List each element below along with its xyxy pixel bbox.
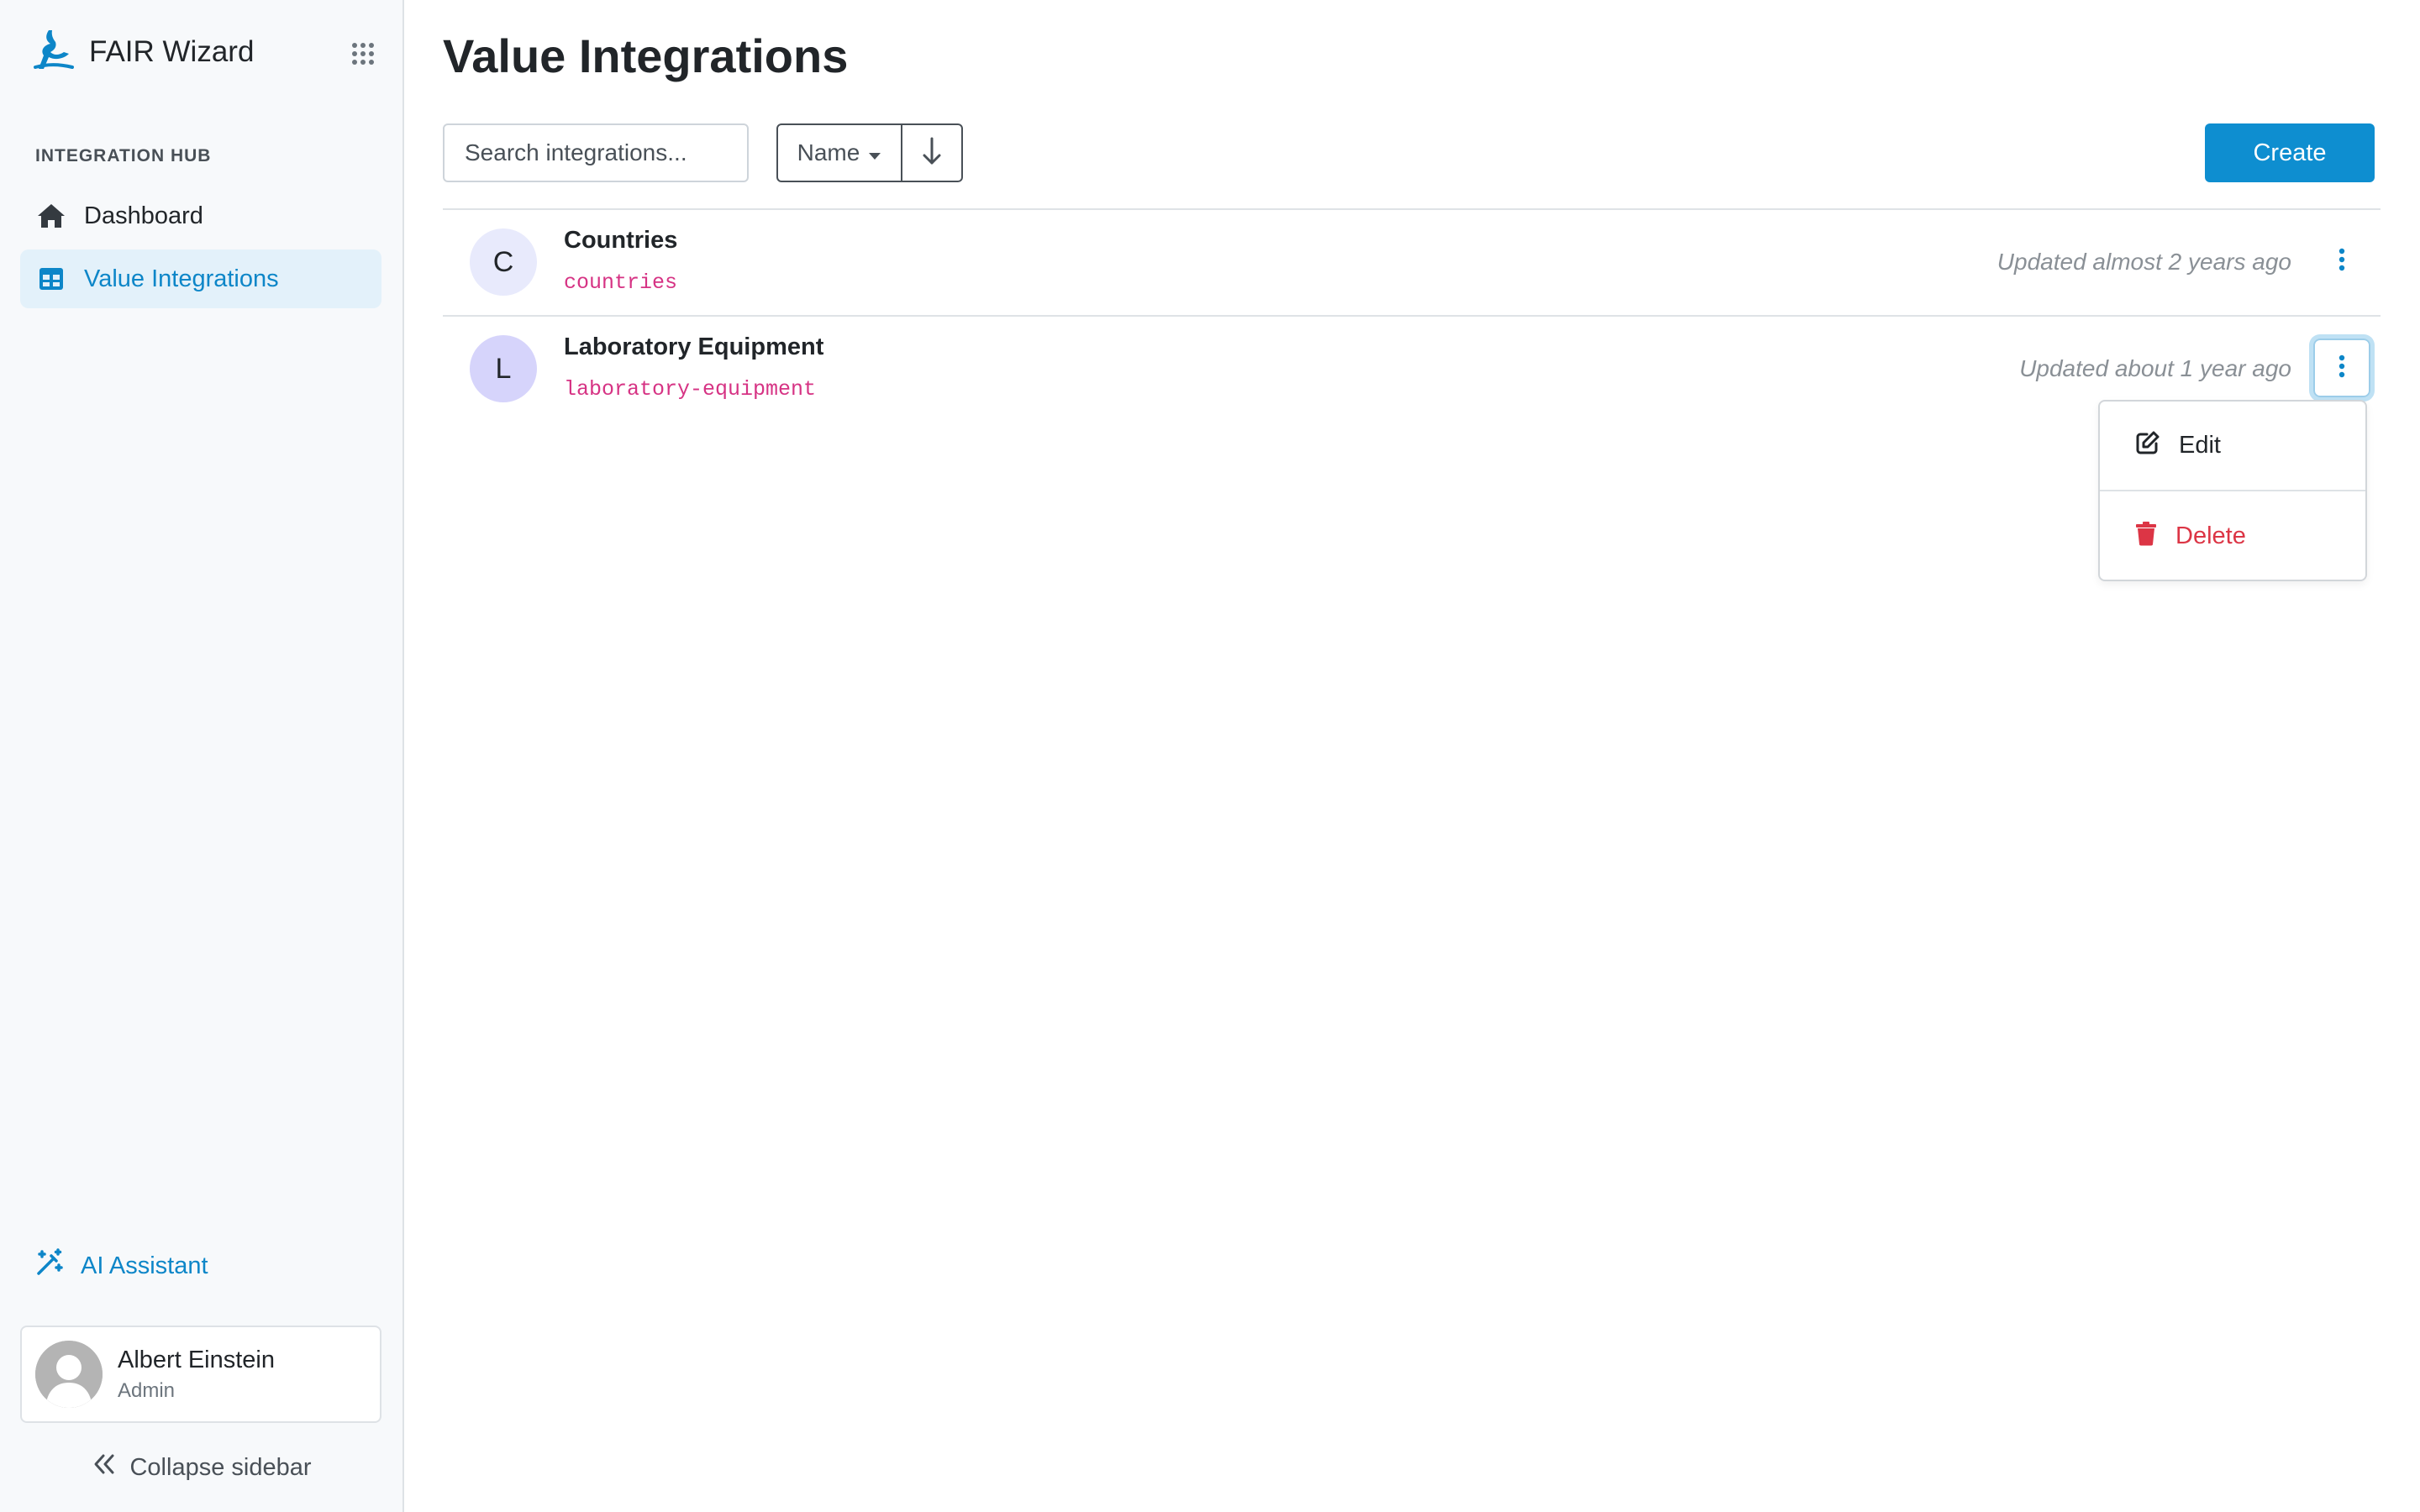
ai-assistant-link[interactable]: AI Assistant [35, 1245, 208, 1287]
item-name[interactable]: Countries [564, 227, 677, 255]
avatar [35, 1341, 103, 1408]
home-icon [37, 202, 66, 230]
table-icon [37, 265, 66, 293]
create-button[interactable]: Create [2205, 123, 2375, 182]
ai-assistant-label: AI Assistant [81, 1252, 208, 1279]
app-name: FAIR Wizard [89, 35, 255, 68]
list-item[interactable]: L Laboratory Equipment laboratory-equipm… [443, 315, 2381, 422]
search-input[interactable] [443, 123, 749, 182]
sidebar-item-label: Dashboard [84, 202, 203, 229]
profile-role: Admin [118, 1378, 176, 1402]
item-id: laboratory-equipment [564, 377, 817, 402]
item-actions-button[interactable] [2313, 339, 2370, 397]
brand[interactable]: FAIR Wizard [30, 27, 254, 77]
magic-wand-icon [35, 1248, 64, 1284]
integrations-list: C Countries countries Updated almost 2 y… [443, 208, 2381, 422]
profile-name: Albert Einstein [118, 1346, 275, 1373]
trash-icon [2135, 521, 2157, 553]
sort-field-label: Name [797, 139, 860, 165]
collapse-sidebar-label: Collapse sidebar [129, 1453, 312, 1481]
sort-control: Name [776, 123, 963, 182]
sort-field-dropdown[interactable]: Name [778, 125, 902, 181]
edit-label: Edit [2179, 432, 2221, 459]
item-id: countries [564, 270, 678, 295]
page-title: Value Integrations [443, 29, 849, 82]
item-updated: Updated almost 2 years ago [1996, 249, 2291, 275]
sort-direction-button[interactable] [902, 125, 961, 181]
item-actions-dropdown: Edit Delete [2098, 400, 2367, 581]
more-vertical-icon [2338, 354, 2345, 382]
fair-wizard-logo-icon [30, 27, 77, 78]
item-avatar: C [470, 228, 537, 296]
caret-down-icon [868, 139, 881, 166]
item-avatar: L [470, 335, 537, 402]
collapse-sidebar-button[interactable]: Collapse sidebar [0, 1446, 404, 1488]
edit-icon [2135, 430, 2160, 462]
sidebar: FAIR Wizard INTEGRATION HUB Dashboard Va… [0, 0, 404, 1512]
delete-menu-item[interactable]: Delete [2100, 491, 2365, 581]
arrow-down-icon [923, 137, 941, 170]
item-updated: Updated about 1 year ago [2019, 355, 2291, 381]
item-name[interactable]: Laboratory Equipment [564, 333, 823, 361]
more-vertical-icon [2338, 248, 2345, 276]
main-content: Value Integrations Name Create [404, 0, 2420, 1512]
delete-label: Delete [2175, 522, 2246, 549]
sidebar-item-value-integrations[interactable]: Value Integrations [20, 249, 381, 308]
profile-text: Albert Einstein Admin [118, 1347, 275, 1403]
apps-grid-icon[interactable] [348, 39, 378, 69]
sidebar-item-label: Value Integrations [84, 265, 279, 292]
chevrons-left-icon [92, 1453, 116, 1482]
item-actions-button[interactable] [2313, 232, 2370, 291]
edit-menu-item[interactable]: Edit [2100, 402, 2365, 491]
app-root: FAIR Wizard INTEGRATION HUB Dashboard Va… [0, 0, 2420, 1512]
user-profile-menu[interactable]: Albert Einstein Admin [20, 1326, 381, 1423]
list-item[interactable]: C Countries countries Updated almost 2 y… [443, 208, 2381, 315]
sidebar-item-dashboard[interactable]: Dashboard [20, 186, 381, 245]
section-label: INTEGRATION HUB [35, 146, 212, 165]
